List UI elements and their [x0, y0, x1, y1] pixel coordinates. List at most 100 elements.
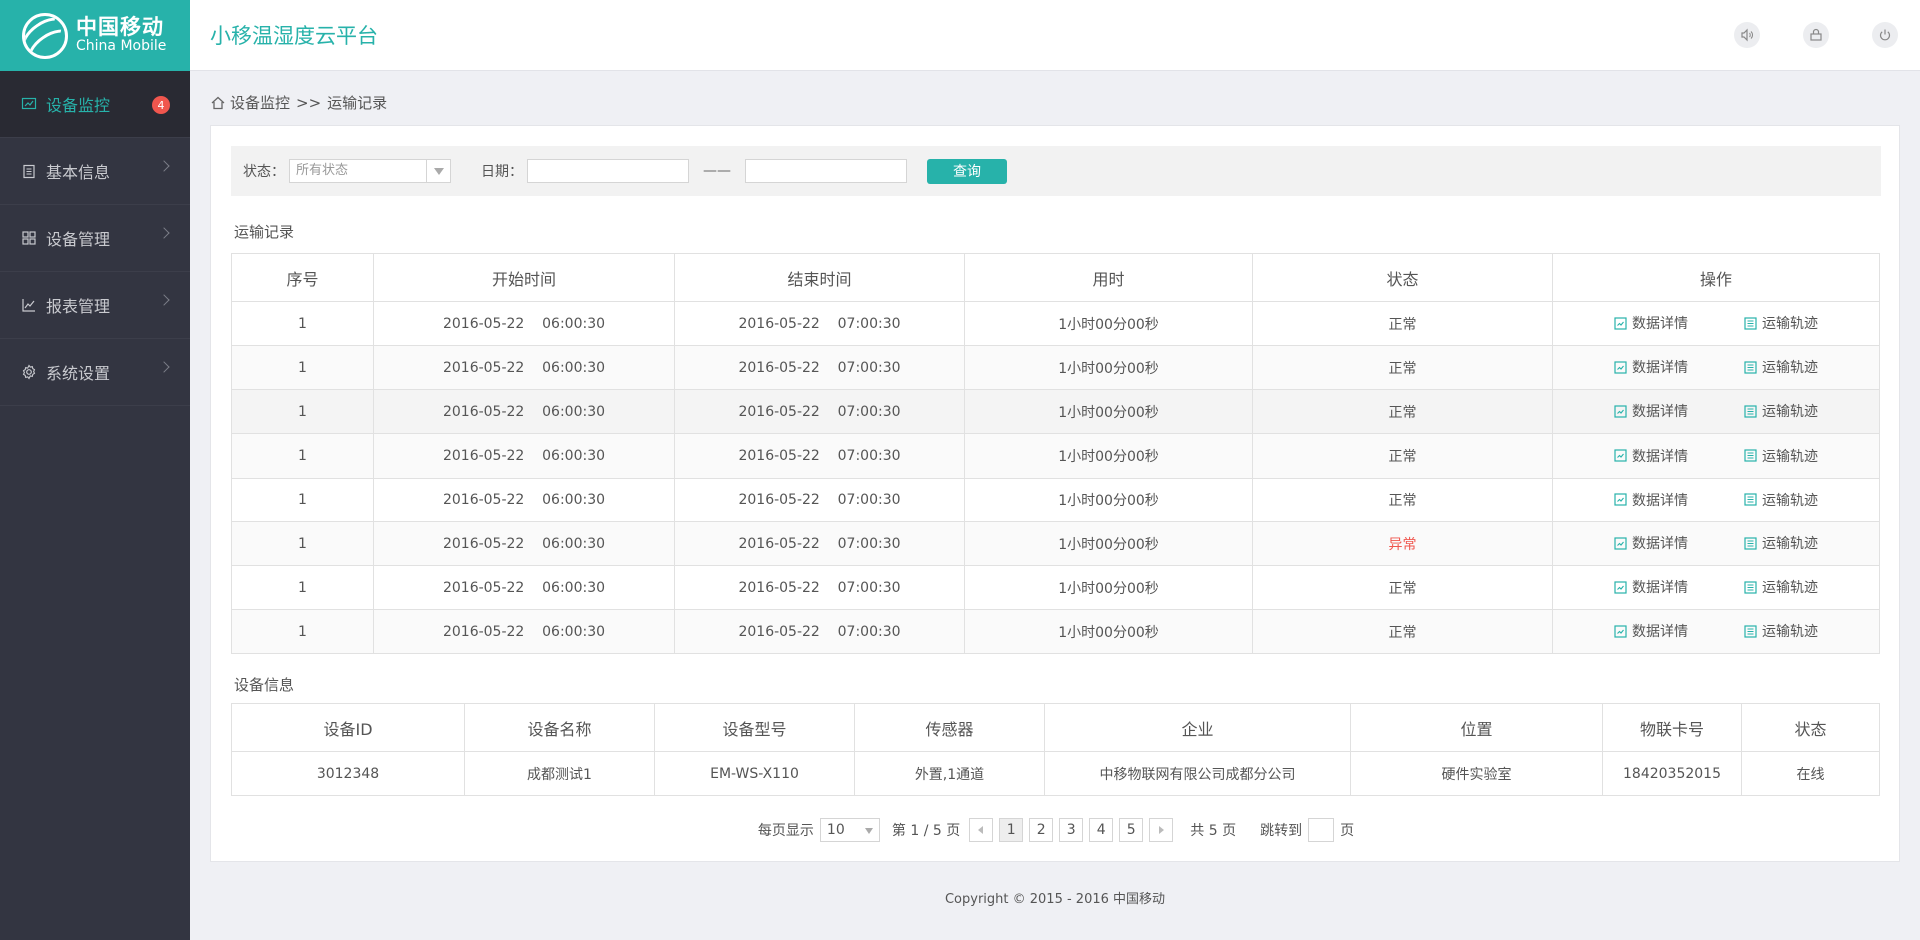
start-date-input[interactable] — [527, 159, 689, 183]
breadcrumb-separator: >> — [296, 93, 322, 112]
transport-track-link[interactable]: 运输轨迹 — [1744, 357, 1818, 377]
row-start-time: 2016-05-22 06:00:30 — [373, 521, 675, 566]
row-no: 1 — [231, 301, 374, 346]
row-end-time: 2016-05-22 07:00:30 — [674, 301, 965, 346]
row-status: 正常 — [1252, 345, 1553, 390]
table-row: 1 2016-05-22 06:00:30 2016-05-22 07:00:30 1… — [231, 345, 1880, 390]
page-unit: 页 — [1340, 823, 1355, 839]
data-detail-link[interactable]: 数据详情 — [1614, 621, 1688, 641]
transport-track-link[interactable]: 运输轨迹 — [1744, 401, 1818, 421]
sidebar-item-4[interactable]: 系统设置 — [0, 339, 190, 406]
speaker-icon — [1741, 28, 1753, 42]
row-duration: 1小时00分00秒 — [964, 433, 1253, 479]
page-button[interactable]: 1 — [999, 818, 1024, 842]
app-title: 小移温湿度云平台 — [210, 24, 378, 48]
page-button[interactable]: 5 — [1119, 818, 1144, 842]
device-cell: 中移物联网有限公司成都分公司 — [1044, 751, 1351, 796]
transport-track-icon — [1744, 317, 1757, 330]
row-start-time: 2016-05-22 06:00:30 — [373, 433, 675, 479]
transport-track-label: 运输轨迹 — [1762, 316, 1818, 333]
jump-label: 跳转到 — [1260, 823, 1303, 839]
data-detail-icon — [1614, 317, 1627, 330]
row-status: 正常 — [1252, 478, 1553, 522]
data-detail-link[interactable]: 数据详情 — [1614, 577, 1688, 597]
user-lock-button[interactable] — [1803, 22, 1829, 48]
device-col-header: 状态 — [1741, 703, 1880, 752]
device-table: 设备ID 设备名称 设备型号 传感器 企业 位置 物联卡号 状态 3012348 成都测试1 EM… — [231, 703, 1880, 796]
data-detail-link[interactable]: 数据详情 — [1614, 446, 1688, 466]
table-row: 1 2016-05-22 06:00:30 2016-05-22 07:00:30 1… — [231, 389, 1880, 434]
speaker-button[interactable] — [1734, 22, 1760, 48]
sidebar-item-3[interactable]: 报表管理 — [0, 272, 190, 339]
transport-track-label: 运输轨迹 — [1762, 404, 1818, 421]
row-no: 1 — [231, 433, 374, 479]
data-detail-link[interactable]: 数据详情 — [1614, 490, 1688, 510]
status-filter-label: 状态： — [243, 164, 285, 180]
row-start-time: 2016-05-22 06:00:30 — [373, 565, 675, 610]
power-button[interactable] — [1872, 22, 1898, 48]
data-detail-icon — [1614, 361, 1627, 374]
row-start-time: 2016-05-22 06:00:30 — [373, 345, 675, 390]
data-detail-icon — [1614, 449, 1627, 462]
table-row: 1 2016-05-22 06:00:30 2016-05-22 07:00:30 1… — [231, 433, 1880, 479]
brand-logo: 中国移动 China Mobile — [0, 0, 190, 71]
device-cell: 外置,1通道 — [854, 751, 1045, 796]
row-actions: 数据详情 运输轨迹 — [1552, 609, 1880, 654]
data-detail-link[interactable]: 数据详情 — [1614, 313, 1688, 333]
caret-right-icon — [1159, 826, 1165, 834]
filter-bar: 状态： 所有状态 日期： —— 查询 — [231, 146, 1881, 196]
end-date-input[interactable] — [745, 159, 907, 183]
row-actions: 数据详情 运输轨迹 — [1552, 389, 1880, 434]
transport-track-link[interactable]: 运输轨迹 — [1744, 490, 1818, 510]
sidebar-item-2[interactable]: 设备管理 — [0, 205, 190, 272]
per-page-select[interactable]: 10 — [819, 818, 880, 842]
transport-track-link[interactable]: 运输轨迹 — [1744, 621, 1818, 641]
prev-page-button[interactable] — [969, 818, 994, 842]
chevron-right-icon — [158, 361, 170, 373]
sidebar-item-0[interactable]: 设备监控 4 — [0, 71, 190, 138]
status-select[interactable]: 所有状态 — [289, 159, 451, 183]
gear-icon — [20, 363, 38, 381]
data-detail-link[interactable]: 数据详情 — [1614, 357, 1688, 377]
row-actions: 数据详情 运输轨迹 — [1552, 478, 1880, 522]
transport-track-link[interactable]: 运输轨迹 — [1744, 446, 1818, 466]
transport-track-icon — [1744, 581, 1757, 594]
row-start-time: 2016-05-22 06:00:30 — [373, 478, 675, 522]
footer-copyright: Copyright © 2015 - 2016 中国移动 — [944, 892, 1166, 907]
table-row: 1 2016-05-22 06:00:30 2016-05-22 07:00:30 1… — [231, 521, 1880, 566]
table-row: 1 2016-05-22 06:00:30 2016-05-22 07:00:30 1… — [231, 301, 1880, 346]
transport-col-header: 操作 — [1552, 253, 1880, 302]
transport-track-label: 运输轨迹 — [1762, 580, 1818, 597]
chevron-down-icon — [426, 160, 450, 182]
data-detail-icon — [1614, 625, 1627, 638]
jump-page-input[interactable] — [1308, 818, 1335, 842]
sidebar-item-label: 基本信息 — [46, 163, 111, 182]
transport-track-link[interactable]: 运输轨迹 — [1744, 313, 1818, 333]
page-button[interactable]: 3 — [1059, 818, 1084, 842]
device-cell: EM-WS-X110 — [654, 751, 855, 796]
sidebar-item-1[interactable]: 基本信息 — [0, 138, 190, 205]
date-range-dash: —— — [703, 163, 731, 179]
data-detail-label: 数据详情 — [1632, 624, 1688, 641]
data-detail-link[interactable]: 数据详情 — [1614, 401, 1688, 421]
home-icon[interactable] — [210, 95, 226, 111]
transport-table: 序号 开始时间 结束时间 用时 状态 操作 1 2016-05-22 06:00:30 201… — [231, 253, 1880, 654]
query-button[interactable]: 查询 — [927, 158, 1007, 184]
data-detail-label: 数据详情 — [1632, 580, 1688, 597]
page-button[interactable]: 4 — [1089, 818, 1114, 842]
row-actions: 数据详情 运输轨迹 — [1552, 565, 1880, 610]
breadcrumb-parent[interactable]: 设备监控 — [230, 92, 290, 113]
transport-track-icon — [1744, 493, 1757, 506]
row-end-time: 2016-05-22 07:00:30 — [674, 478, 965, 522]
row-end-time: 2016-05-22 07:00:30 — [674, 609, 965, 654]
transport-track-link[interactable]: 运输轨迹 — [1744, 577, 1818, 597]
breadcrumb: 设备监控 >> 运输记录 — [210, 92, 387, 113]
row-duration: 1小时00分00秒 — [964, 609, 1253, 654]
monitor-chart-icon — [20, 95, 38, 113]
data-detail-link[interactable]: 数据详情 — [1614, 533, 1688, 553]
page-button[interactable]: 2 — [1029, 818, 1054, 842]
transport-track-link[interactable]: 运输轨迹 — [1744, 533, 1818, 553]
date-filter-label: 日期： — [481, 164, 523, 180]
transport-track-icon — [1744, 449, 1757, 462]
next-page-button[interactable] — [1149, 818, 1174, 842]
